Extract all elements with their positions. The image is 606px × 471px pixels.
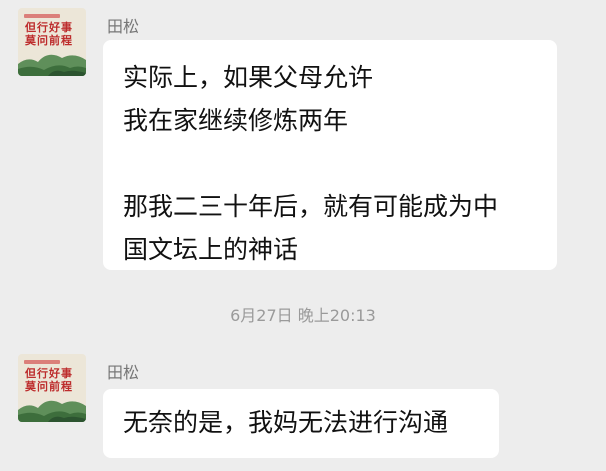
message-text-line: 我在家继续修炼两年 bbox=[123, 106, 349, 135]
message-row: 但行好事 莫问前程 田松 无奈的是，我妈无法进行沟通 bbox=[0, 340, 606, 471]
message-text-line: 无奈的是，我妈无法进行沟通 bbox=[123, 408, 449, 437]
message-row: 但行好事 莫问前程 田松 实际上，如果父母允许 我在家继续修炼两年 那我二三十年… bbox=[0, 0, 606, 280]
sender-name: 田松 bbox=[107, 17, 140, 36]
message-text-line: 那我二三十年后，就有可能成为中 bbox=[123, 192, 499, 221]
mountain-art-icon bbox=[18, 400, 86, 422]
avatar[interactable]: 但行好事 莫问前程 bbox=[18, 354, 86, 422]
avatar-seal bbox=[24, 360, 60, 364]
avatar-text-line1: 但行好事 bbox=[25, 21, 73, 34]
message-text-line: 国文坛上的神话 bbox=[123, 235, 299, 264]
mountain-art-icon bbox=[18, 54, 86, 76]
message-bubble[interactable]: 实际上，如果父母允许 我在家继续修炼两年 那我二三十年后，就有可能成为中 国文坛… bbox=[103, 40, 557, 270]
sender-name: 田松 bbox=[107, 363, 140, 382]
avatar-seal bbox=[24, 14, 60, 18]
avatar[interactable]: 但行好事 莫问前程 bbox=[18, 8, 86, 76]
timestamp: 6月27日 晚上20:13 bbox=[230, 306, 376, 325]
message-bubble[interactable]: 无奈的是，我妈无法进行沟通 bbox=[103, 389, 499, 458]
message-text-line: 实际上，如果父母允许 bbox=[123, 63, 374, 92]
avatar-text-line1: 但行好事 bbox=[25, 367, 73, 380]
